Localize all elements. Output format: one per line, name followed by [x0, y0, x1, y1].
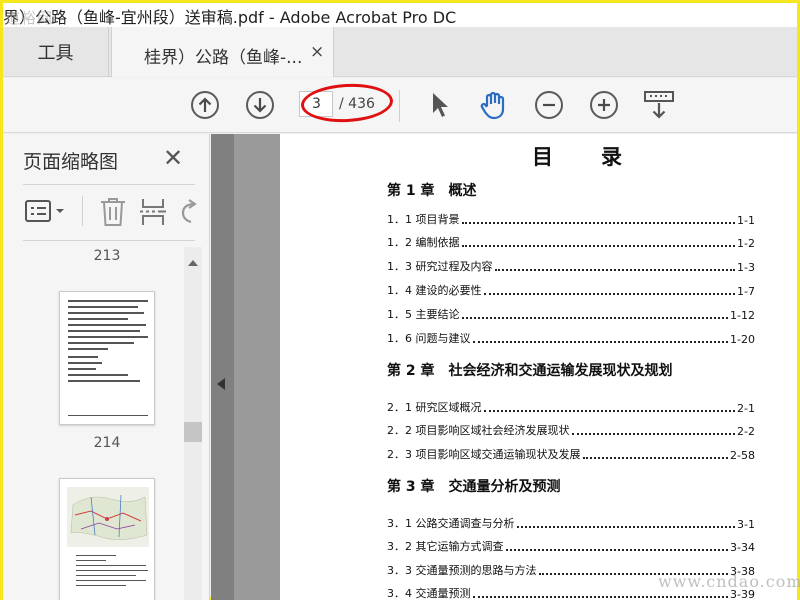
toc-title: 目 录	[532, 145, 624, 169]
tab-close-icon[interactable]: ×	[310, 42, 324, 62]
toc-entry[interactable]: 1．1 项目背景 1-1	[387, 211, 755, 227]
toolbar-separator	[399, 90, 400, 122]
thumbnail-page-number: 213	[93, 248, 121, 264]
prev-page-icon[interactable]	[191, 91, 219, 119]
toc-entry[interactable]: 2．2 项目影响区域社会经济发展现状 2-2	[387, 422, 755, 438]
thumbnail-pane-title: 页面缩略图	[23, 151, 119, 173]
toc-entry[interactable]: 1．3 研究过程及内容 1-3	[387, 258, 755, 274]
chapter-heading: 第 2 章 社会经济和交通运输发展现状及规划	[387, 363, 673, 379]
title-bar: 界）公路（鱼峰-宜州段）送审稿.pdf - Adobe Acrobat Pro …	[3, 3, 797, 27]
next-page-icon[interactable]	[246, 91, 274, 119]
thumbnail-page-number: 214	[93, 435, 121, 451]
scroll-up-icon[interactable]	[188, 252, 198, 271]
select-cursor-icon[interactable]	[431, 92, 451, 122]
watermark-top: 道裕网	[5, 9, 54, 27]
toc-entry[interactable]: 1．4 建设的必要性 1-7	[387, 282, 755, 298]
zoom-out-icon[interactable]	[535, 91, 563, 119]
toc-entry[interactable]: 2．1 研究区域概况 2-1	[387, 399, 755, 415]
toc-entry[interactable]: 3．1 公路交通调查与分析 3-1	[387, 515, 755, 531]
page-thumbnail[interactable]	[59, 291, 155, 425]
close-pane-icon[interactable]: ✕	[163, 144, 183, 172]
thumbnail-pane: 页面缩略图 ✕ 213 214	[3, 134, 210, 600]
window-title: 界）公路（鱼峰-宜州段）送审稿.pdf - Adobe Acrobat Pro …	[3, 8, 457, 27]
collapse-pane-icon[interactable]	[217, 375, 225, 394]
tab-tools[interactable]: 工具	[3, 27, 109, 77]
divider	[23, 184, 195, 185]
document-page: 目 录 第 1 章 概述 1．1 项目背景 1-1 1．2 编制依据 1-2 1．3…	[280, 134, 800, 600]
tab-bar: 工具 桂界）公路（鱼峰-... ×	[3, 27, 797, 77]
toolbar-separator	[82, 196, 83, 226]
toolbar: 3 / 436	[3, 78, 797, 133]
document-gutter-inner	[234, 134, 280, 600]
toc-entry[interactable]: 1．2 编制依据 1-2	[387, 234, 755, 250]
tab-document-label: 桂界）公路（鱼峰-...	[144, 48, 303, 68]
extract-pages-icon[interactable]	[140, 197, 166, 231]
chapter-heading: 第 3 章 交通量分析及预测	[387, 479, 561, 495]
fit-width-icon[interactable]	[644, 91, 674, 123]
trash-icon[interactable]	[99, 197, 127, 231]
page-thumbnail[interactable]	[59, 478, 155, 600]
zoom-in-icon[interactable]	[590, 91, 618, 119]
watermark-bottom: www.cndao.com	[658, 572, 800, 591]
toc-entry[interactable]: 1．5 主要结论 1-12	[387, 306, 755, 322]
scrollbar-thumb[interactable]	[184, 422, 202, 442]
toc-entry[interactable]: 3．2 其它运输方式调查 3-34	[387, 538, 755, 554]
chapter-heading: 第 1 章 概述	[387, 183, 477, 199]
red-annotation-ellipse	[300, 81, 394, 125]
tab-document[interactable]: 桂界）公路（鱼峰-... ×	[111, 27, 334, 77]
thumbnail-options-icon[interactable]	[25, 200, 69, 228]
rotate-icon[interactable]	[179, 198, 197, 230]
toc-entry[interactable]: 2．3 项目影响区域交通运输现状及发展 2-58	[387, 446, 755, 462]
hand-tool-icon[interactable]	[479, 90, 509, 124]
divider	[23, 240, 195, 241]
toc-entry[interactable]: 1．6 问题与建议 1-20	[387, 330, 755, 346]
